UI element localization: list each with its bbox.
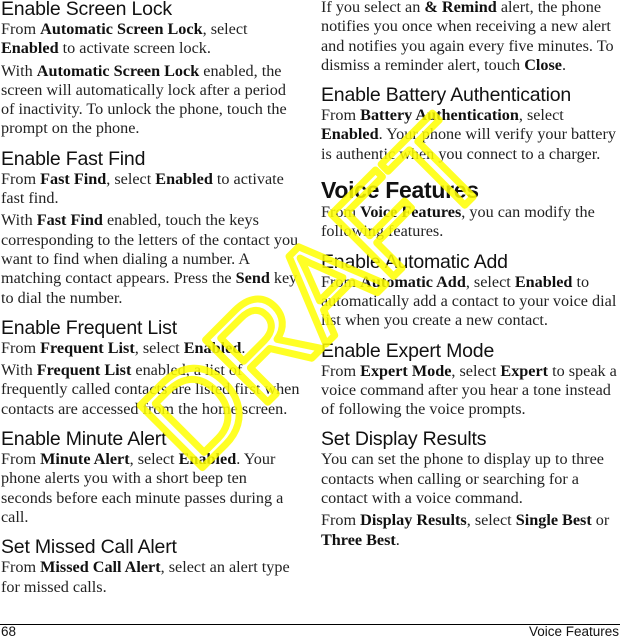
left-column: Enable Screen Lock From Automatic Screen… [1,0,301,597]
battery-auth-paragraph: From Battery Authentication, select Enab… [321,106,616,163]
automatic-add-paragraph: From Automatic Add, select Enabled to au… [321,272,617,330]
fast-find-paragraph-2: With Fast Find enabled, touch the keys c… [1,211,299,307]
display-results-paragraph-2: From Display Results, select Single Best… [321,511,610,549]
footer-section-title: Voice Features [528,624,619,639]
minute-alert-paragraph-1: From Minute Alert, select Enabled. Your … [1,450,284,526]
missed-call-paragraph-1: From Missed Call Alert, select an alert … [1,558,290,596]
right-column: If you select an & Remind alert, the pho… [321,0,619,550]
remind-paragraph: If you select an & Remind alert, the pho… [321,0,614,74]
heading-set-missed-call-alert: Set Missed Call Alert [1,536,177,559]
display-results-paragraph-1: You can set the phone to display up to t… [321,450,604,508]
screen-lock-paragraph-1: From Automatic Screen Lock, select Enabl… [1,20,248,58]
heading-voice-features: Voice Features [321,177,479,204]
heading-enable-screen-lock: Enable Screen Lock [1,0,172,20]
heading-set-display-results: Set Display Results [321,428,487,451]
heading-enable-fast-find: Enable Fast Find [1,147,146,170]
heading-enable-frequent-list: Enable Frequent List [1,316,177,339]
heading-enable-battery-authentication: Enable Battery Authentication [321,84,572,107]
heading-enable-minute-alert: Enable Minute Alert [1,428,167,451]
expert-mode-paragraph: From Expert Mode, select Expert to speak… [321,361,617,419]
heading-enable-automatic-add: Enable Automatic Add [321,250,508,273]
footer-divider [0,624,620,625]
frequent-list-paragraph-2: With Frequent List enabled, a list of fr… [1,361,300,418]
frequent-list-paragraph-1: From Frequent List, select Enabled. [1,338,246,357]
heading-enable-expert-mode: Enable Expert Mode [321,339,495,362]
screen-lock-paragraph-2: With Automatic Screen Lock enabled, the … [1,61,287,138]
fast-find-paragraph-1: From Fast Find, select Enabled to activa… [1,169,284,208]
footer-page-number: 68 [1,624,17,639]
voice-features-paragraph: From Voice Features, you can modify the … [321,203,595,241]
